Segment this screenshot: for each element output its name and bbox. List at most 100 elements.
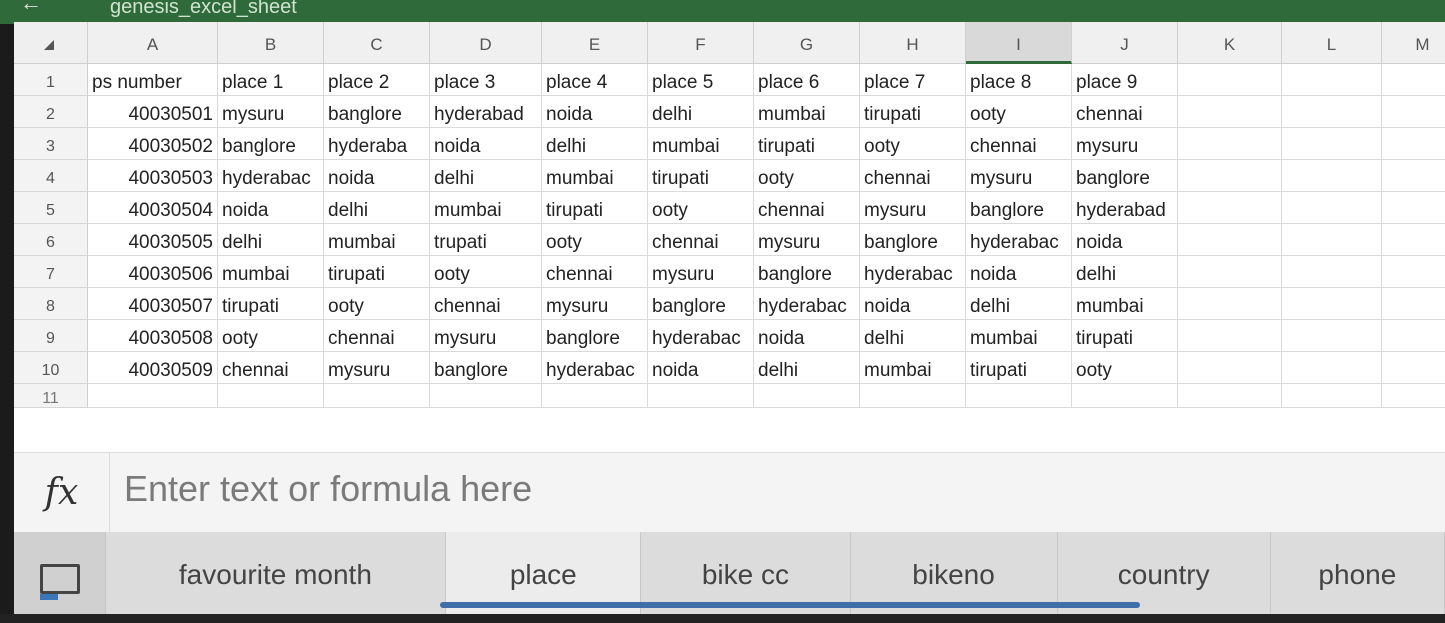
column-header-l[interactable]: L [1282,22,1382,64]
cell-d3[interactable]: noida [430,128,542,159]
cell-d7[interactable]: ooty [430,256,542,287]
cell-f8[interactable]: banglore [648,288,754,319]
cell-m2[interactable] [1382,96,1445,127]
cell-f2[interactable]: delhi [648,96,754,127]
cell-f6[interactable]: chennai [648,224,754,255]
cell-e2[interactable]: noida [542,96,648,127]
cell-j7[interactable]: delhi [1072,256,1178,287]
cell-j10[interactable]: ooty [1072,352,1178,383]
cell-h3[interactable]: ooty [860,128,966,159]
cell-g7[interactable]: banglore [754,256,860,287]
cell-l8[interactable] [1282,288,1382,319]
column-header-e[interactable]: E [542,22,648,64]
cell-i11[interactable] [966,384,1072,407]
cell-h2[interactable]: tirupati [860,96,966,127]
cell-a7[interactable]: 40030506 [88,256,218,287]
cell-h11[interactable] [860,384,966,407]
row-header-2[interactable]: 2 [14,96,88,128]
cell-g2[interactable]: mumbai [754,96,860,127]
cell-i5[interactable]: banglore [966,192,1072,223]
cell-j3[interactable]: mysuru [1072,128,1178,159]
cell-j2[interactable]: chennai [1072,96,1178,127]
cell-f9[interactable]: hyderabac [648,320,754,351]
cell-c5[interactable]: delhi [324,192,430,223]
row-header-4[interactable]: 4 [14,160,88,192]
cell-a3[interactable]: 40030502 [88,128,218,159]
cell-e3[interactable]: delhi [542,128,648,159]
cell-e11[interactable] [542,384,648,407]
cell-b4[interactable]: hyderabac [218,160,324,191]
cell-c11[interactable] [324,384,430,407]
cell-j9[interactable]: tirupati [1072,320,1178,351]
select-all-icon[interactable] [14,22,88,64]
cell-b1[interactable]: place 1 [218,64,324,95]
cell-e6[interactable]: ooty [542,224,648,255]
cell-j5[interactable]: hyderabad [1072,192,1178,223]
row-header-1[interactable]: 1 [14,64,88,96]
row-header-10[interactable]: 10 [14,352,88,384]
cell-l1[interactable] [1282,64,1382,95]
cell-k4[interactable] [1178,160,1282,191]
cell-m5[interactable] [1382,192,1445,223]
cell-i3[interactable]: chennai [966,128,1072,159]
cell-i1[interactable]: place 8 [966,64,1072,95]
cell-c6[interactable]: mumbai [324,224,430,255]
cell-f10[interactable]: noida [648,352,754,383]
column-header-h[interactable]: H [860,22,966,64]
cell-l2[interactable] [1282,96,1382,127]
cell-d2[interactable]: hyderabad [430,96,542,127]
cell-c4[interactable]: noida [324,160,430,191]
cell-c9[interactable]: chennai [324,320,430,351]
row-header-6[interactable]: 6 [14,224,88,256]
row-header-7[interactable]: 7 [14,256,88,288]
cell-g10[interactable]: delhi [754,352,860,383]
cell-m4[interactable] [1382,160,1445,191]
cell-c10[interactable]: mysuru [324,352,430,383]
column-header-a[interactable]: A [88,22,218,64]
cell-j11[interactable] [1072,384,1178,407]
cell-a2[interactable]: 40030501 [88,96,218,127]
cell-i10[interactable]: tirupati [966,352,1072,383]
cell-k1[interactable] [1178,64,1282,95]
cell-c3[interactable]: hyderaba [324,128,430,159]
cell-k11[interactable] [1178,384,1282,407]
cell-c1[interactable]: place 2 [324,64,430,95]
tab-favourite-month[interactable]: favourite month [105,532,447,614]
cell-k10[interactable] [1178,352,1282,383]
cell-b11[interactable] [218,384,324,407]
cell-e7[interactable]: chennai [542,256,648,287]
cell-k6[interactable] [1178,224,1282,255]
cell-g9[interactable]: noida [754,320,860,351]
cell-f4[interactable]: tirupati [648,160,754,191]
row-header-9[interactable]: 9 [14,320,88,352]
cell-g1[interactable]: place 6 [754,64,860,95]
cell-m8[interactable] [1382,288,1445,319]
cell-h4[interactable]: chennai [860,160,966,191]
cell-k8[interactable] [1178,288,1282,319]
cell-f3[interactable]: mumbai [648,128,754,159]
cell-f11[interactable] [648,384,754,407]
cell-m3[interactable] [1382,128,1445,159]
cell-a1[interactable]: ps number [88,64,218,95]
column-header-k[interactable]: K [1178,22,1282,64]
cell-m10[interactable] [1382,352,1445,383]
cell-l7[interactable] [1282,256,1382,287]
cell-b8[interactable]: tirupati [218,288,324,319]
sheet-list-icon[interactable] [14,532,106,614]
cell-g11[interactable] [754,384,860,407]
cell-d9[interactable]: mysuru [430,320,542,351]
cell-h1[interactable]: place 7 [860,64,966,95]
cell-h7[interactable]: hyderabac [860,256,966,287]
cell-m6[interactable] [1382,224,1445,255]
spreadsheet-grid[interactable]: ABCDEFGHIJKLM 1 2 3 4 5 6 7 8 9 10 11 ps number pla… [14,22,1445,452]
cell-b3[interactable]: banglore [218,128,324,159]
back-arrow-icon[interactable]: ← [20,0,42,14]
column-header-g[interactable]: G [754,22,860,64]
cell-h6[interactable]: banglore [860,224,966,255]
cell-a11[interactable] [88,384,218,407]
cell-e8[interactable]: mysuru [542,288,648,319]
cell-a6[interactable]: 40030505 [88,224,218,255]
cell-j4[interactable]: banglore [1072,160,1178,191]
cell-grid[interactable]: ps number place 1 place 2 place 3 place 4 pla… [88,64,1445,408]
cell-k2[interactable] [1178,96,1282,127]
